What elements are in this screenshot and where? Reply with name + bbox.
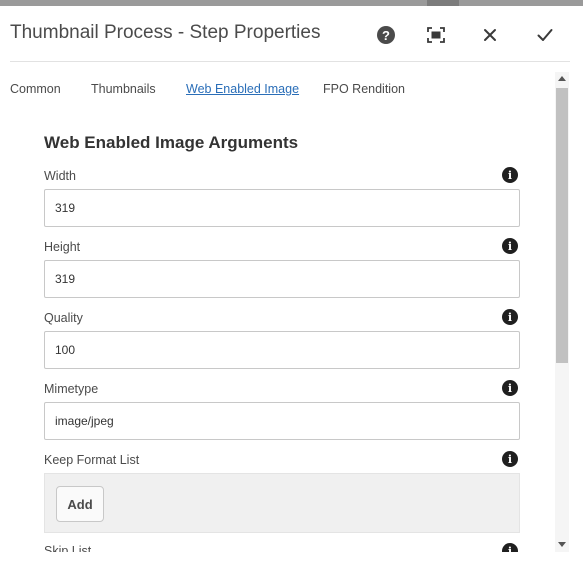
tab-thumbnails[interactable]: Thumbnails [91, 82, 156, 96]
fullscreen-button[interactable] [425, 24, 447, 46]
done-button[interactable] [534, 24, 556, 46]
header-divider [10, 61, 570, 62]
mimetype-info-icon[interactable]: i [502, 380, 518, 396]
help-icon: ? [377, 26, 395, 44]
skip-list-clip: Skip List i [0, 540, 555, 552]
dialog-title: Thumbnail Process - Step Properties [10, 22, 321, 43]
scroll-down-arrow-icon[interactable] [558, 542, 566, 547]
tab-web-enabled-image[interactable]: Web Enabled Image [186, 82, 299, 96]
keep-format-list-label: Keep Format List [44, 453, 140, 467]
vertical-scrollbar[interactable] [555, 72, 569, 552]
keep-format-list-multifield: Add [44, 473, 520, 533]
tab-fpo-rendition[interactable]: FPO Rendition [323, 82, 405, 96]
height-info-icon[interactable]: i [502, 238, 518, 254]
quality-input[interactable] [44, 331, 520, 369]
section-title: Web Enabled Image Arguments [44, 133, 299, 152]
scroll-thumb[interactable] [556, 88, 568, 363]
height-label: Height [44, 240, 81, 254]
keep-format-list-info-icon[interactable]: i [502, 451, 518, 467]
quality-info-icon[interactable]: i [502, 309, 518, 325]
close-button[interactable] [479, 24, 501, 46]
help-button[interactable]: ? [375, 24, 397, 46]
tab-common[interactable]: Common [10, 82, 61, 96]
mimetype-label: Mimetype [44, 382, 99, 396]
checkmark-icon [537, 29, 553, 41]
width-input[interactable] [44, 189, 520, 227]
add-button[interactable]: Add [56, 486, 104, 522]
fullscreen-icon [427, 27, 445, 43]
tab-list: Common Thumbnails Web Enabled Image FPO … [0, 80, 555, 110]
height-input[interactable] [44, 260, 520, 298]
dialog-header: Thumbnail Process - Step Properties ? [0, 6, 570, 62]
mimetype-input[interactable] [44, 402, 520, 440]
width-label: Width [44, 169, 76, 183]
scroll-up-arrow-icon[interactable] [558, 76, 566, 81]
skip-list-label: Skip List [44, 544, 92, 552]
skip-list-info-icon[interactable]: i [502, 543, 518, 552]
quality-label: Quality [44, 311, 83, 325]
close-icon [484, 29, 496, 41]
width-info-icon[interactable]: i [502, 167, 518, 183]
